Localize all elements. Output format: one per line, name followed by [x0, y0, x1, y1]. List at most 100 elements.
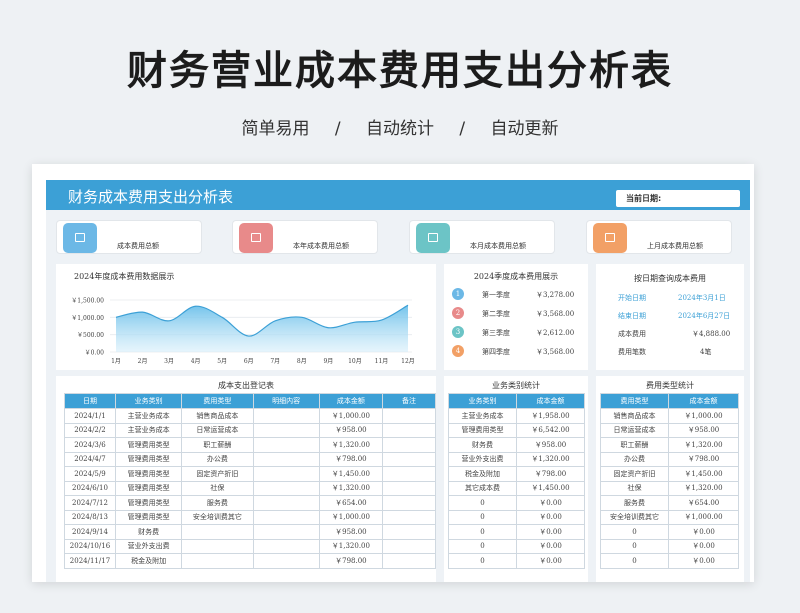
table-cell[interactable]: ￥0.00: [668, 553, 739, 569]
table-cell[interactable]: 财务费: [448, 437, 517, 453]
table-cell[interactable]: [381, 451, 437, 467]
table-cell[interactable]: 管理费用类型: [114, 509, 183, 525]
table-cell[interactable]: 安全培训费其它: [600, 509, 669, 525]
table-cell[interactable]: ￥1,450.00: [516, 480, 585, 496]
table-cell[interactable]: 管理费用类型: [114, 495, 183, 511]
table-cell[interactable]: [381, 538, 437, 554]
table-cell[interactable]: ￥0.00: [516, 524, 585, 540]
table-cell[interactable]: 社保: [181, 480, 254, 496]
table-cell[interactable]: ￥0.00: [516, 509, 585, 525]
table-cell[interactable]: 主营业务成本: [114, 422, 183, 438]
table-cell[interactable]: 社保: [600, 480, 669, 496]
table-cell[interactable]: 管理费用类型: [114, 437, 183, 453]
table-cell[interactable]: ￥654.00: [668, 495, 739, 511]
table-cell[interactable]: ￥1,320.00: [318, 437, 383, 453]
table-cell[interactable]: 固定资产折旧: [600, 466, 669, 482]
table-cell[interactable]: [181, 538, 254, 554]
table-cell[interactable]: [381, 553, 437, 569]
table-cell[interactable]: [252, 408, 320, 424]
table-cell[interactable]: [381, 495, 437, 511]
table-cell[interactable]: 安全培训费其它: [181, 509, 254, 525]
table-cell[interactable]: 日常运营成本: [181, 422, 254, 438]
table-cell[interactable]: 0: [600, 524, 669, 540]
table-cell[interactable]: [252, 538, 320, 554]
table-cell[interactable]: 办公费: [600, 451, 669, 467]
table-cell[interactable]: 2024/2/2: [64, 422, 116, 438]
table-cell[interactable]: [252, 480, 320, 496]
table-cell[interactable]: 2024/5/9: [64, 466, 116, 482]
table-cell[interactable]: 2024/4/7: [64, 451, 116, 467]
table-cell[interactable]: ￥1,320.00: [668, 480, 739, 496]
table-cell[interactable]: 服务费: [181, 495, 254, 511]
table-cell[interactable]: 日常运营成本: [600, 422, 669, 438]
table-cell[interactable]: 2024/7/12: [64, 495, 116, 511]
table-cell[interactable]: 0: [448, 509, 517, 525]
table-cell[interactable]: ￥1,320.00: [516, 451, 585, 467]
table-cell[interactable]: 0: [448, 538, 517, 554]
table-cell[interactable]: 2024/8/13: [64, 509, 116, 525]
table-cell[interactable]: ￥1,000.00: [318, 509, 383, 525]
table-cell[interactable]: ￥1,450.00: [668, 466, 739, 482]
table-cell[interactable]: 0: [448, 495, 517, 511]
table-cell[interactable]: 固定资产折旧: [181, 466, 254, 482]
table-cell[interactable]: 管理费用类型: [114, 480, 183, 496]
table-cell[interactable]: 职工薪酬: [600, 437, 669, 453]
table-cell[interactable]: 主营业务成本: [114, 408, 183, 424]
table-cell[interactable]: 办公费: [181, 451, 254, 467]
table-cell[interactable]: ￥654.00: [318, 495, 383, 511]
table-cell[interactable]: ￥958.00: [318, 422, 383, 438]
end-date-value[interactable]: 2024年6月27日: [678, 311, 730, 321]
table-cell[interactable]: 0: [600, 553, 669, 569]
table-cell[interactable]: 税金及附加: [448, 466, 517, 482]
table-cell[interactable]: ￥1,320.00: [318, 538, 383, 554]
table-cell[interactable]: [252, 437, 320, 453]
table-cell[interactable]: [381, 480, 437, 496]
table-cell[interactable]: 主营业务成本: [448, 408, 517, 424]
table-cell[interactable]: 销售商品成本: [181, 408, 254, 424]
table-cell[interactable]: 2024/11/17: [64, 553, 116, 569]
table-cell[interactable]: [381, 437, 437, 453]
table-cell[interactable]: ￥0.00: [516, 553, 585, 569]
table-cell[interactable]: ￥6,542.00: [516, 422, 585, 438]
table-cell[interactable]: 管理费用类型: [448, 422, 517, 438]
table-cell[interactable]: [252, 509, 320, 525]
current-date-field[interactable]: 当前日期:: [616, 190, 740, 207]
table-cell[interactable]: ￥1,320.00: [668, 437, 739, 453]
table-cell[interactable]: 营业外支出费: [114, 538, 183, 554]
table-cell[interactable]: ￥1,000.00: [668, 509, 739, 525]
table-cell[interactable]: 其它成本费: [448, 480, 517, 496]
table-cell[interactable]: 职工薪酬: [181, 437, 254, 453]
table-cell[interactable]: 管理费用类型: [114, 451, 183, 467]
table-cell[interactable]: [252, 422, 320, 438]
table-cell[interactable]: ￥958.00: [516, 437, 585, 453]
table-cell[interactable]: 服务费: [600, 495, 669, 511]
table-cell[interactable]: [381, 524, 437, 540]
table-cell[interactable]: ￥1,958.00: [516, 408, 585, 424]
table-cell[interactable]: [252, 495, 320, 511]
table-cell[interactable]: 2024/3/6: [64, 437, 116, 453]
table-cell[interactable]: 2024/1/1: [64, 408, 116, 424]
table-cell[interactable]: ￥798.00: [516, 466, 585, 482]
table-cell[interactable]: [181, 524, 254, 540]
table-cell[interactable]: 2024/9/14: [64, 524, 116, 540]
table-cell[interactable]: [252, 466, 320, 482]
table-cell[interactable]: ￥1,000.00: [668, 408, 739, 424]
table-cell[interactable]: 财务费: [114, 524, 183, 540]
table-cell[interactable]: 0: [448, 553, 517, 569]
table-cell[interactable]: 销售商品成本: [600, 408, 669, 424]
table-cell[interactable]: [381, 466, 437, 482]
table-cell[interactable]: ￥958.00: [668, 422, 739, 438]
table-cell[interactable]: ￥0.00: [668, 538, 739, 554]
table-cell[interactable]: [181, 553, 254, 569]
table-cell[interactable]: [381, 509, 437, 525]
table-cell[interactable]: ￥1,450.00: [318, 466, 383, 482]
table-cell[interactable]: ￥1,000.00: [318, 408, 383, 424]
table-cell[interactable]: 0: [448, 524, 517, 540]
table-cell[interactable]: ￥0.00: [668, 524, 739, 540]
table-cell[interactable]: 管理费用类型: [114, 466, 183, 482]
table-cell[interactable]: [252, 451, 320, 467]
table-cell[interactable]: ￥0.00: [516, 538, 585, 554]
table-cell[interactable]: 2024/10/16: [64, 538, 116, 554]
table-cell[interactable]: ￥798.00: [318, 451, 383, 467]
start-date-value[interactable]: 2024年3月1日: [678, 293, 726, 303]
